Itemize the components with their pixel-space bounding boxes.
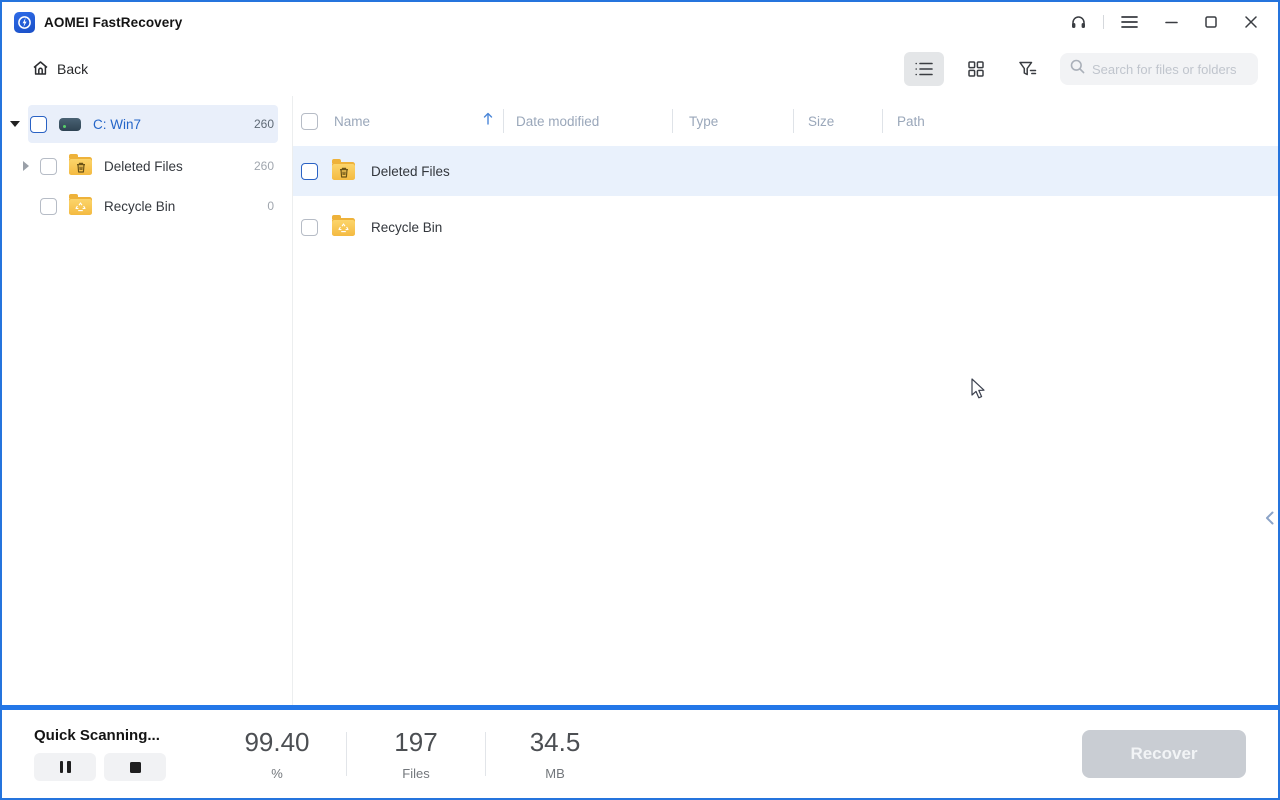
recover-button[interactable]: Recover	[1082, 730, 1246, 778]
tree-count: 0	[267, 199, 274, 213]
scan-stats: 99.40 % 197 Files 34.5 MB	[208, 727, 624, 781]
column-label: Type	[689, 113, 719, 129]
expand-caret-down-icon[interactable]	[10, 121, 20, 127]
list-view-button[interactable]	[904, 52, 944, 86]
percent-value: 99.40	[244, 727, 310, 757]
back-label: Back	[57, 61, 89, 77]
tree-checkbox-c-win7[interactable]	[30, 115, 47, 133]
toolbar: Back	[2, 42, 1278, 96]
title-bar: AOMEI FastRecovery	[2, 2, 1278, 42]
pause-scan-button[interactable]	[34, 753, 96, 781]
minimize-button[interactable]	[1154, 5, 1188, 39]
titlebar-separator	[1103, 15, 1104, 29]
files-unit: Files	[402, 766, 430, 781]
folder-trash-icon	[332, 159, 355, 180]
column-header-date-modified[interactable]: Date modified	[504, 102, 672, 140]
row-checkbox[interactable]	[301, 162, 318, 180]
stat-size: 34.5 MB	[486, 727, 624, 781]
tree-label: Deleted Files	[104, 158, 183, 174]
folder-recycle-icon	[69, 194, 92, 215]
menu-icon[interactable]	[1112, 5, 1146, 39]
tree-item-deleted-files[interactable]: Deleted Files 260	[2, 146, 286, 186]
tree-count: 260	[253, 117, 274, 131]
sidebar-tree: C: Win7 260 Deleted Files 260 Recycle Bi…	[2, 96, 293, 705]
expand-caret-right-icon[interactable]	[23, 161, 29, 171]
close-button[interactable]	[1234, 5, 1268, 39]
back-button[interactable]: Back	[32, 60, 88, 79]
file-name: Deleted Files	[371, 163, 450, 179]
content-area: C: Win7 260 Deleted Files 260 Recycle Bi…	[2, 96, 1278, 705]
app-window: AOMEI FastRecovery Back Search for files…	[0, 0, 1280, 800]
status-bar: Quick Scanning... 99.40 % 197 Files 34.5…	[2, 710, 1278, 798]
tree-item-recycle-bin[interactable]: Recycle Bin 0	[2, 186, 286, 226]
tree-label: Recycle Bin	[104, 198, 176, 214]
select-all-checkbox[interactable]	[301, 112, 318, 130]
support-headset-icon[interactable]	[1061, 5, 1095, 39]
sort-ascending-icon	[483, 112, 493, 130]
tree-label: C: Win7	[93, 116, 142, 132]
percent-unit: %	[271, 766, 283, 781]
file-table: Name Date modified Type Size Path Delete…	[293, 96, 1278, 705]
home-icon	[32, 60, 49, 79]
row-checkbox[interactable]	[301, 218, 318, 236]
grid-view-button[interactable]	[956, 52, 996, 86]
app-title: AOMEI FastRecovery	[44, 14, 183, 30]
files-value: 197	[394, 727, 438, 757]
table-row[interactable]: Recycle Bin	[293, 202, 1278, 252]
stop-scan-button[interactable]	[104, 753, 166, 781]
folder-trash-icon	[69, 154, 92, 175]
tree-checkbox-deleted-files[interactable]	[40, 157, 57, 175]
tree-count: 260	[253, 159, 274, 173]
stop-icon	[129, 761, 141, 773]
folder-recycle-icon	[332, 215, 355, 236]
filter-button[interactable]	[1008, 52, 1048, 86]
stat-percent: 99.40 %	[208, 727, 346, 781]
maximize-button[interactable]	[1194, 5, 1228, 39]
column-header-size[interactable]: Size	[794, 102, 882, 140]
pause-icon	[67, 761, 71, 773]
size-value: 34.5	[529, 727, 581, 757]
size-unit: MB	[545, 766, 565, 781]
stat-files: 197 Files	[347, 727, 485, 781]
column-header-type[interactable]: Type	[673, 102, 793, 140]
column-label: Name	[334, 113, 371, 129]
column-header-name[interactable]: Name	[293, 102, 503, 140]
drive-icon	[59, 117, 81, 131]
table-row[interactable]: Deleted Files	[293, 146, 1278, 196]
search-box	[1060, 53, 1258, 85]
app-logo-icon	[14, 11, 35, 33]
column-label: Path	[897, 113, 925, 129]
file-name: Recycle Bin	[371, 219, 443, 235]
column-label: Date modified	[516, 113, 600, 129]
search-icon	[1070, 59, 1085, 79]
collapse-panel-chevron-icon[interactable]	[1262, 504, 1276, 532]
column-header-path[interactable]: Path	[883, 102, 1278, 140]
scan-status-label: Quick Scanning...	[34, 727, 160, 744]
pause-icon	[59, 761, 63, 773]
table-header: Name Date modified Type Size Path	[293, 102, 1278, 140]
tree-checkbox-recycle-bin[interactable]	[40, 197, 57, 215]
tree-item-c-win7[interactable]: C: Win7 260	[2, 104, 286, 144]
search-input[interactable]	[1092, 61, 1252, 77]
column-label: Size	[808, 113, 835, 129]
